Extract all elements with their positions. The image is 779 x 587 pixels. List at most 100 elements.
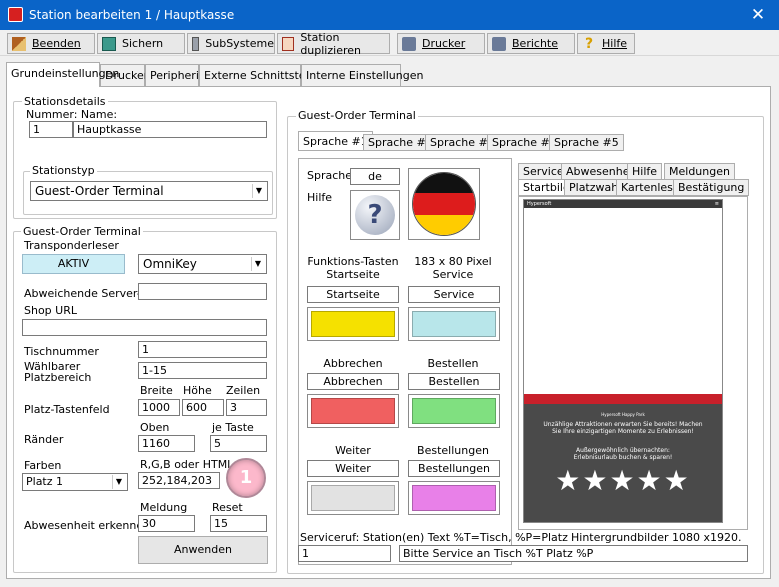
help-button[interactable]: ? Hilfe	[577, 33, 635, 54]
next-text-input[interactable]: Weiter	[307, 460, 399, 477]
close-icon[interactable]: ✕	[745, 5, 771, 25]
swatch-fill	[412, 311, 496, 337]
tab-sprache-1[interactable]: Sprache #1	[298, 131, 373, 151]
swatch-fill	[412, 398, 496, 424]
rgb-label: R,G,B oder HTML	[140, 458, 234, 471]
tab-peripherie[interactable]: Peripherie	[145, 64, 206, 86]
service-label: Service	[432, 268, 474, 281]
color-target-select[interactable]: Platz 1 ▼	[22, 473, 128, 491]
transponder-status: AKTIV	[22, 254, 125, 274]
range-label-2: Platzbereich	[24, 371, 92, 384]
shop-url-label: Shop URL	[24, 304, 77, 317]
language-code-input[interactable]: de	[350, 168, 400, 185]
tab-externe-schnittstellen[interactable]: Externe Schnittstellen	[199, 64, 325, 86]
reports-button[interactable]: Berichte	[487, 33, 575, 54]
start-page-color-swatch[interactable]	[307, 307, 399, 341]
apply-button[interactable]: Anwenden	[138, 536, 268, 564]
station-name-input[interactable]: Hauptkasse	[73, 121, 267, 138]
colors-label: Farben	[24, 459, 62, 472]
duplicate-station-button[interactable]: Station duplizieren	[277, 31, 390, 57]
help-icon: ?	[584, 35, 594, 52]
tab-preview-meldungen[interactable]: Meldungen	[664, 163, 735, 180]
tab-sprache-5[interactable]: Sprache #5	[549, 134, 624, 151]
preview-text-1: Unzählige Attraktionen erwarten Sie bere…	[543, 421, 703, 428]
rows-label: Zeilen	[226, 384, 261, 397]
tab-interne-einstellungen[interactable]: Interne Einstellungen	[301, 64, 423, 86]
settings-panel: Stationsdetails Nummer: Name: 1 Hauptkas…	[6, 86, 771, 579]
station-type-select[interactable]: Guest-Order Terminal ▼	[30, 181, 268, 201]
keypad-width-input[interactable]: 1000	[138, 399, 180, 416]
report-label: Meldung	[140, 501, 188, 514]
station-type-value: Guest-Order Terminal	[35, 184, 164, 198]
help-label-right: Hilfe	[307, 191, 333, 204]
quit-label: Beenden	[32, 37, 81, 50]
preview-text-2: Sie Ihre einzigartigen Momente zu Erlebn…	[552, 428, 694, 435]
color-target-value: Platz 1	[26, 475, 64, 488]
next-label: Weiter	[335, 444, 371, 457]
margin-per-key-input[interactable]: 5	[210, 435, 267, 452]
tab-grundeinstellungen[interactable]: Grundeinstellungen	[6, 62, 119, 87]
chevron-down-icon: ▼	[251, 257, 264, 271]
width-label: Breite	[140, 384, 173, 397]
orders-label: Bestellungen	[417, 444, 489, 457]
server-ip-label: Abweichende Server-IP	[24, 287, 151, 300]
language-label: Sprache	[307, 169, 353, 182]
preview-header: Hypersoft ≡	[524, 200, 722, 208]
reader-select[interactable]: OmniKey ▼	[138, 254, 267, 274]
start-page-text-input[interactable]: Startseite	[307, 286, 399, 303]
save-label: Sichern	[122, 37, 164, 50]
keypad-rows-input[interactable]: 3	[226, 399, 267, 416]
keypad-height-input[interactable]: 600	[182, 399, 224, 416]
language-flag-button[interactable]	[408, 168, 480, 240]
german-flag-icon	[412, 172, 476, 236]
pixel-size-label: 183 x 80 Pixel	[414, 255, 492, 268]
swatch-fill	[311, 398, 395, 424]
tab-preview-hilfe[interactable]: Hilfe	[627, 163, 663, 180]
next-color-swatch[interactable]	[307, 481, 399, 515]
printer-button[interactable]: Drucker	[397, 33, 485, 54]
service-text-input[interactable]: Bitte Service an Tisch %T Platz %P	[399, 545, 748, 562]
question-icon: ?	[355, 195, 395, 235]
guest-order-right-legend: Guest-Order Terminal	[296, 109, 418, 122]
seat-range-input[interactable]: 1-15	[138, 362, 267, 379]
window-title: Station bearbeiten 1 / Hauptkasse	[29, 8, 235, 22]
service-station-input[interactable]: 1	[298, 545, 391, 562]
rgb-input[interactable]: 252,184,203	[138, 472, 220, 489]
orders-color-swatch[interactable]	[408, 481, 500, 515]
seat-color-preview: 1	[226, 458, 266, 498]
table-number-input[interactable]: 1	[138, 341, 267, 358]
service-call-label: Serviceruf: Station(en) Text %T=Tisch, %…	[300, 531, 568, 544]
cancel-color-swatch[interactable]	[307, 394, 399, 428]
top-label: Oben	[140, 421, 170, 434]
server-ip-input[interactable]	[138, 283, 267, 300]
save-icon	[102, 36, 116, 51]
swatch-fill	[412, 485, 496, 511]
swatch-fill	[311, 311, 395, 337]
shop-url-input[interactable]	[22, 319, 267, 336]
seat-keypad-label: Platz-Tastenfeld	[24, 403, 110, 416]
subsystems-button[interactable]: SubSysteme	[187, 33, 275, 54]
help-image-button[interactable]: ?	[350, 190, 400, 240]
start-page-label: Startseite	[326, 268, 380, 281]
chevron-down-icon: ▼	[112, 475, 125, 489]
save-button[interactable]: Sichern	[97, 33, 185, 54]
reset-input[interactable]: 15	[210, 515, 267, 532]
subsystems-label: SubSysteme	[205, 37, 274, 50]
station-number-input[interactable]: 1	[29, 121, 73, 138]
absence-label: Abwesenheit erkennen	[24, 519, 151, 532]
app-icon	[8, 7, 23, 22]
title-bar: Station bearbeiten 1 / Hauptkasse ✕	[0, 0, 779, 30]
margin-top-input[interactable]: 1160	[138, 435, 195, 452]
order-color-swatch[interactable]	[408, 394, 500, 428]
orders-text-input[interactable]: Bestellungen	[408, 460, 500, 477]
station-type-legend: Stationstyp	[30, 164, 97, 177]
table-number-label: Tischnummer	[24, 345, 99, 358]
service-color-swatch[interactable]	[408, 307, 500, 341]
report-input[interactable]: 30	[138, 515, 195, 532]
cancel-text-input[interactable]: Abbrechen	[307, 373, 399, 390]
order-text-input[interactable]: Bestellen	[408, 373, 500, 390]
service-text-input[interactable]: Service	[408, 286, 500, 303]
quit-button[interactable]: Beenden	[7, 33, 95, 54]
tab-preview-bestaetigung[interactable]: Bestätigung	[673, 179, 750, 196]
chevron-down-icon: ▼	[252, 184, 265, 198]
